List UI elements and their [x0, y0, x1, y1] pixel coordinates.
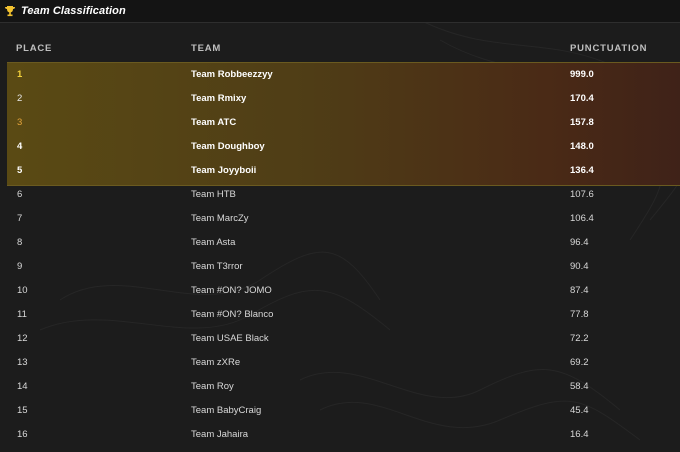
team-cell: Team Robbeezzyy: [191, 68, 273, 80]
table-row: 9 Team T3rror 90.4: [0, 254, 680, 278]
table-row: 14 Team Roy 58.4: [0, 374, 680, 398]
place-cell: 9: [17, 260, 23, 272]
place-cell: 8: [17, 236, 23, 248]
score-cell: 157.8: [570, 116, 594, 128]
team-cell: Team MarcZy: [191, 212, 249, 224]
place-cell: 3: [17, 116, 23, 128]
team-cell: Team Roy: [191, 380, 234, 392]
table-row: 15 Team BabyCraig 45.4: [0, 398, 680, 422]
table-row: 7 Team MarcZy 106.4: [0, 206, 680, 230]
team-cell: Team ATC: [191, 116, 237, 128]
team-cell: Team #ON? JOMO: [191, 284, 272, 296]
score-cell: 77.8: [570, 308, 589, 320]
table-row: 1 Team Robbeezzyy 999.0: [0, 62, 680, 86]
column-header-place: PLACE: [16, 43, 53, 54]
score-cell: 106.4: [570, 212, 594, 224]
score-cell: 87.4: [570, 284, 589, 296]
table-row: 10 Team #ON? JOMO 87.4: [0, 278, 680, 302]
table-row: 8 Team Asta 96.4: [0, 230, 680, 254]
place-cell: 5: [17, 164, 23, 176]
place-cell: 1: [17, 68, 23, 80]
table-row: 3 Team ATC 157.8: [0, 110, 680, 134]
table-row: 6 Team HTB 107.6: [0, 182, 680, 206]
score-cell: 72.2: [570, 332, 589, 344]
place-cell: 11: [17, 308, 27, 320]
score-cell: 90.4: [570, 260, 589, 272]
panel-header: Team Classification: [0, 0, 680, 23]
table-row: 2 Team Rmixy 170.4: [0, 86, 680, 110]
score-cell: 107.6: [570, 188, 594, 200]
table-row: 13 Team zXRe 69.2: [0, 350, 680, 374]
score-cell: 148.0: [570, 140, 594, 152]
page-title: Team Classification: [21, 5, 126, 17]
place-cell: 16: [17, 428, 28, 440]
table-row: 11 Team #ON? Blanco 77.8: [0, 302, 680, 326]
score-cell: 69.2: [570, 356, 589, 368]
team-cell: Team Doughboy: [191, 140, 265, 152]
team-cell: Team USAE Black: [191, 332, 269, 344]
classification-table: 1 Team Robbeezzyy 999.0 2 Team Rmixy 170…: [0, 62, 680, 446]
team-cell: Team zXRe: [191, 356, 241, 368]
table-row: 12 Team USAE Black 72.2: [0, 326, 680, 350]
place-cell: 2: [17, 92, 23, 104]
team-cell: Team #ON? Blanco: [191, 308, 274, 320]
place-cell: 12: [17, 332, 28, 344]
score-cell: 16.4: [570, 428, 589, 440]
place-cell: 15: [17, 404, 28, 416]
team-cell: Team Joyyboii: [191, 164, 257, 176]
score-cell: 136.4: [570, 164, 594, 176]
table-row: 5 Team Joyyboii 136.4: [0, 158, 680, 182]
place-cell: 10: [17, 284, 28, 296]
team-cell: Team BabyCraig: [191, 404, 262, 416]
table-row: 4 Team Doughboy 148.0: [0, 134, 680, 158]
team-cell: Team Rmixy: [191, 92, 247, 104]
score-cell: 999.0: [570, 68, 594, 80]
trophy-icon: [4, 4, 18, 18]
team-cell: Team HTB: [191, 188, 236, 200]
score-cell: 96.4: [570, 236, 589, 248]
place-cell: 14: [17, 380, 28, 392]
score-cell: 45.4: [570, 404, 589, 416]
team-cell: Team Jahaira: [191, 428, 249, 440]
team-cell: Team T3rror: [191, 260, 243, 272]
place-cell: 13: [17, 356, 28, 368]
place-cell: 6: [17, 188, 23, 200]
column-header-score: PUNCTUATION: [570, 43, 648, 54]
place-cell: 4: [17, 140, 23, 152]
column-header-team: TEAM: [191, 43, 222, 54]
table-row: 16 Team Jahaira 16.4: [0, 422, 680, 446]
team-cell: Team Asta: [191, 236, 236, 248]
score-cell: 170.4: [570, 92, 594, 104]
place-cell: 7: [17, 212, 23, 224]
score-cell: 58.4: [570, 380, 589, 392]
